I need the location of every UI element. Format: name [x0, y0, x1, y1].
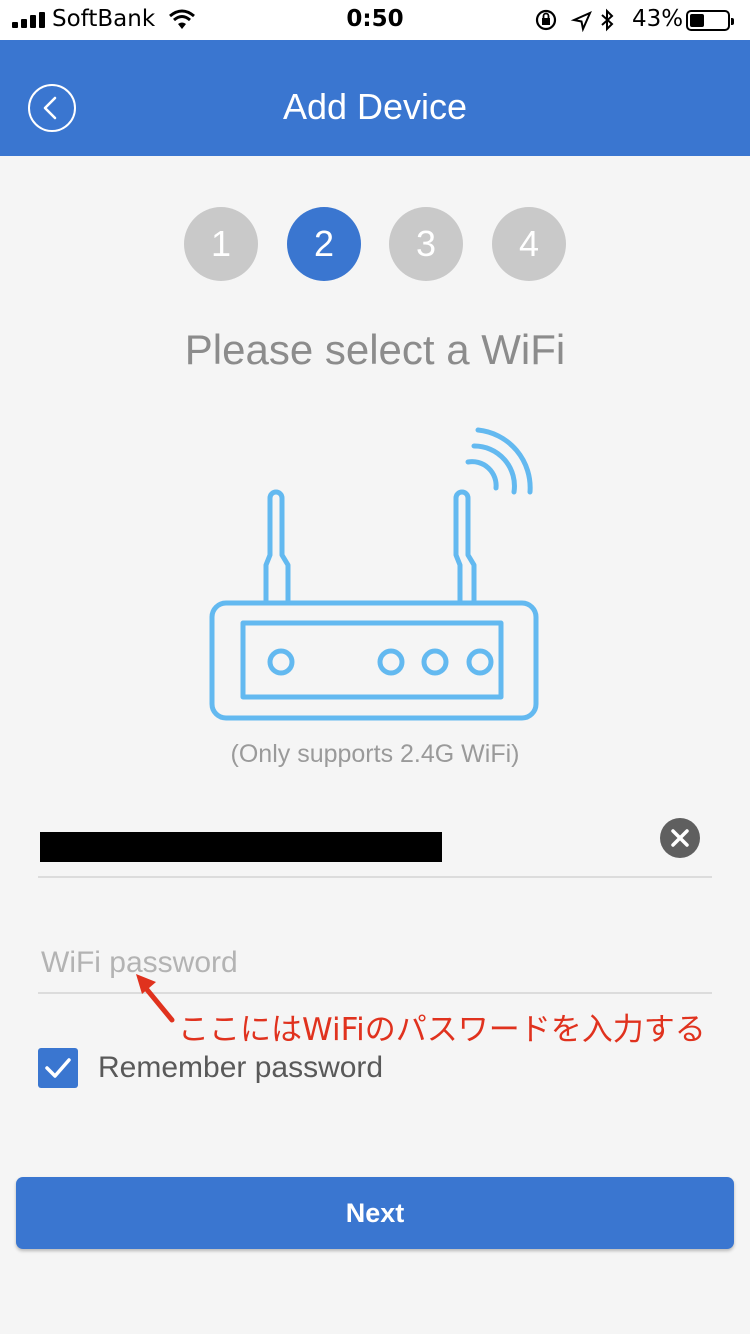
- ssid-value-redacted[interactable]: [40, 832, 442, 862]
- close-icon: [671, 829, 689, 847]
- bluetooth-icon: [601, 8, 614, 32]
- remember-password-label: Remember password: [98, 1051, 384, 1084]
- step-indicator: 1 2 3 4: [0, 207, 750, 281]
- annotation-arrow-icon: [136, 974, 175, 1023]
- section-heading: Please select a WiFi: [184, 326, 566, 373]
- battery-percent: 43%: [632, 6, 684, 32]
- router-icon: [209, 427, 539, 721]
- step-4: 4: [492, 207, 566, 281]
- step-2-active: 2: [287, 207, 361, 281]
- checkmark-icon: [45, 1058, 71, 1078]
- step-1: 1: [184, 207, 258, 281]
- status-icons: [535, 8, 614, 32]
- support-note: (Only supports 2.4G WiFi): [230, 740, 520, 768]
- orientation-lock-icon: [535, 9, 557, 31]
- annotation-text: ここにはWiFiのパスワードを入力する: [178, 1012, 706, 1048]
- step-3: 3: [389, 207, 463, 281]
- page-title: Add Device: [282, 86, 468, 127]
- battery-icon: [686, 10, 734, 31]
- status-bar: SoftBank 0:50 43%: [0, 0, 750, 40]
- navigation-bar: Add Device: [0, 40, 750, 156]
- next-button[interactable]: Next: [16, 1177, 734, 1249]
- location-icon: [570, 11, 592, 32]
- wifi-ssid-field[interactable]: [38, 810, 712, 878]
- clear-button[interactable]: [660, 818, 700, 858]
- remember-password-row[interactable]: Remember password: [38, 1048, 538, 1090]
- remember-password-checkbox[interactable]: [38, 1048, 78, 1088]
